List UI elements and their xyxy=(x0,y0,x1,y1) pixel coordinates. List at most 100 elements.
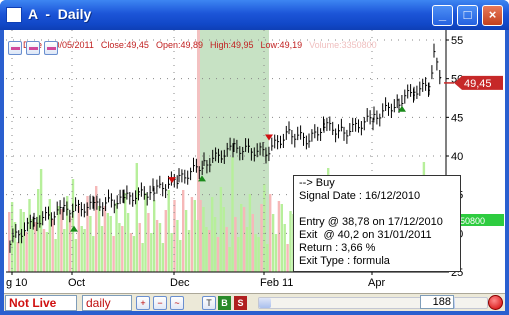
volume-bar xyxy=(213,217,217,272)
volume-bar xyxy=(129,233,133,272)
volume-bar xyxy=(234,217,237,272)
volume-bar xyxy=(74,239,78,272)
trade-signal: --> Buy xyxy=(299,177,335,189)
close-button[interactable]: × xyxy=(482,5,503,26)
volume-bar xyxy=(118,223,121,272)
volume-bar xyxy=(205,227,208,272)
volume-bar xyxy=(283,224,286,272)
volume-bar xyxy=(199,200,202,272)
volume-bar xyxy=(248,194,252,272)
volume-bar xyxy=(190,197,194,272)
header-high: High:49,95 xyxy=(210,40,254,50)
volume-bar xyxy=(141,243,144,272)
volume-bar xyxy=(34,222,37,272)
price-axis-label: 45 xyxy=(451,112,463,124)
trade-exit: Exit @ 40,2 on 31/01/2011 xyxy=(299,229,432,241)
title-bar[interactable]: A - Daily _ □ × xyxy=(0,0,509,30)
time-axis-label: Oct xyxy=(68,277,85,289)
trade-button[interactable]: T xyxy=(202,296,216,310)
volume-bar xyxy=(25,232,28,272)
volume-bar xyxy=(57,206,60,272)
volume-bar xyxy=(16,242,20,272)
volume-bar xyxy=(68,216,72,272)
price-axis-label: 40 xyxy=(451,151,463,163)
indicator-icon[interactable] xyxy=(44,41,58,55)
indicator-icon[interactable] xyxy=(8,41,22,55)
volume-bar xyxy=(269,194,272,272)
volume-bar xyxy=(28,199,31,272)
header-open: Open:49,89 xyxy=(155,40,203,50)
volume-bar xyxy=(167,190,170,272)
volume-bar xyxy=(254,234,257,272)
volume-bar xyxy=(97,206,101,272)
volume-bar xyxy=(289,211,292,272)
volume-bar xyxy=(211,197,214,272)
volume-bar xyxy=(112,236,115,272)
header-volume: Volume:3350800 xyxy=(309,40,377,50)
zoom-out-icon[interactable]: − xyxy=(153,296,167,310)
volume-bar xyxy=(51,219,54,272)
volume-bar xyxy=(242,207,246,272)
volume-bar xyxy=(80,226,83,272)
volume-bar xyxy=(109,216,112,272)
volume-bar xyxy=(170,233,173,272)
volume-bar xyxy=(124,193,127,272)
volume-bar xyxy=(216,237,220,272)
timeframe-field[interactable]: daily xyxy=(82,295,132,311)
scrollbar-left-handle[interactable] xyxy=(259,298,271,308)
volume-bar xyxy=(179,240,182,272)
settings-icon[interactable] xyxy=(187,296,201,310)
indicator-icon[interactable] xyxy=(26,41,40,55)
volume-bar xyxy=(263,184,266,272)
volume-bar xyxy=(100,226,104,272)
trade-return: Return : 3,66 % xyxy=(299,242,376,254)
zoom-in-icon[interactable]: + xyxy=(136,296,150,310)
sell-button[interactable]: S xyxy=(234,296,247,310)
volume-bar xyxy=(182,190,185,272)
chart-area[interactable]: 55504540353025g 10OctDecFeb 11Apr49,4533… xyxy=(4,30,505,311)
volume-bar xyxy=(63,229,66,272)
volume-bar xyxy=(115,203,118,272)
trade-exit-type: Exit Type : formula xyxy=(299,255,390,267)
chart-window: A - Daily _ □ × 55504540353025g 10OctDec… xyxy=(0,0,509,315)
volume-bar xyxy=(240,204,243,272)
volume-bar xyxy=(286,244,289,272)
volume-bar xyxy=(176,220,179,272)
volume-bar xyxy=(155,220,159,272)
volume-bar xyxy=(277,201,281,272)
volume-bar xyxy=(138,223,141,272)
status-toolbar: Not Live daily + − ~ T B S 188 xyxy=(4,293,505,311)
volume-bar xyxy=(83,229,86,272)
volume-bar xyxy=(42,229,46,272)
buy-button[interactable]: B xyxy=(218,296,231,310)
time-axis-label: g 10 xyxy=(6,277,27,289)
live-status[interactable]: Not Live xyxy=(5,295,77,311)
volume-bar xyxy=(121,226,124,272)
volume-bar xyxy=(158,223,162,272)
record-button[interactable] xyxy=(488,295,503,310)
volume-bar xyxy=(71,179,75,272)
volume-bar xyxy=(266,244,269,272)
volume-bar xyxy=(92,236,95,272)
time-axis-label: Dec xyxy=(170,277,190,289)
volume-bar xyxy=(161,243,165,272)
volume-bar xyxy=(187,230,191,272)
volume-bar xyxy=(22,212,25,272)
volume-bar xyxy=(89,216,92,272)
bars-count-field[interactable]: 188 xyxy=(420,295,454,309)
volume-bar xyxy=(219,187,223,272)
volume-bar xyxy=(251,214,254,272)
volume-bar xyxy=(193,200,196,272)
volume-bar xyxy=(208,230,211,272)
volume-bar xyxy=(222,207,225,272)
volume-bar xyxy=(245,227,249,272)
volume-bar xyxy=(228,247,231,272)
indicator-icon[interactable]: ~ xyxy=(170,296,184,310)
volume-bar xyxy=(106,213,109,272)
volume-bar xyxy=(135,163,138,272)
volume-bar xyxy=(147,213,150,272)
volume-bar xyxy=(225,227,228,272)
minimize-button[interactable]: _ xyxy=(432,5,453,26)
volume-bar xyxy=(260,204,263,272)
maximize-button[interactable]: □ xyxy=(457,5,478,26)
